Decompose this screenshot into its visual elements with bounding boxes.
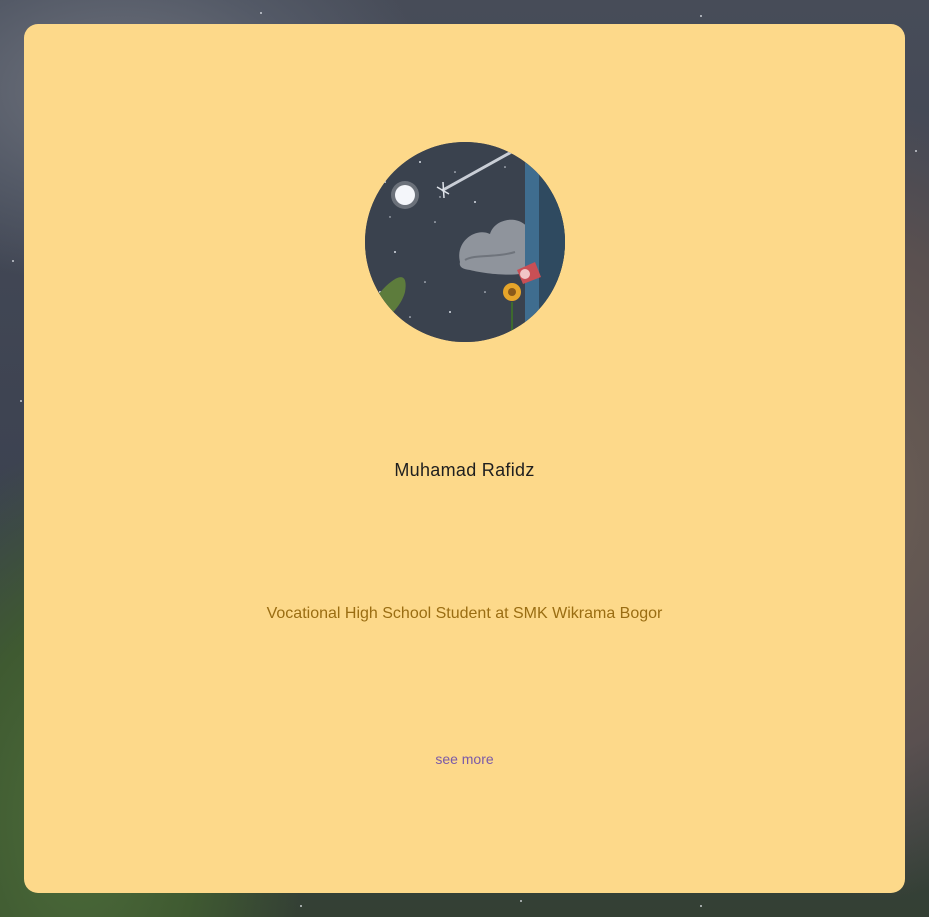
see-more-link[interactable]: see more bbox=[435, 751, 493, 767]
background-star bbox=[700, 15, 702, 17]
background-star bbox=[700, 905, 702, 907]
background-star bbox=[20, 400, 22, 402]
background-star bbox=[915, 150, 917, 152]
night-sky-illustration-icon bbox=[365, 142, 565, 342]
background-star bbox=[300, 905, 302, 907]
see-more-container: see more bbox=[24, 751, 905, 767]
background-star bbox=[520, 900, 522, 902]
avatar bbox=[365, 142, 565, 342]
background-star bbox=[12, 260, 14, 262]
background-star bbox=[260, 12, 262, 14]
profile-name: Muhamad Rafidz bbox=[394, 460, 535, 480]
profile-card: Muhamad Rafidz Vocational High School St… bbox=[24, 24, 905, 893]
profile-subtitle: Vocational High School Student at SMK Wi… bbox=[266, 605, 663, 622]
